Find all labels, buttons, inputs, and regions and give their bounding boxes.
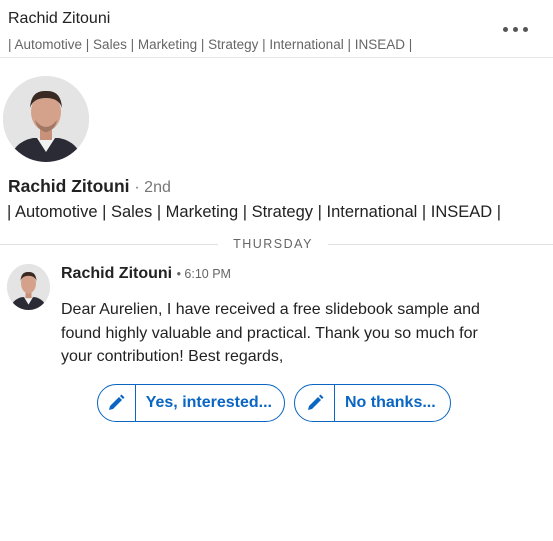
profile-avatar[interactable] [3,76,89,162]
message-body: Dear Aurelien, I have received a free sl… [61,301,480,365]
pencil-icon [295,385,335,421]
connection-degree: · 2nd [134,179,171,196]
profile-name[interactable]: Rachid Zitouni · 2nd [8,176,171,197]
header-name[interactable]: Rachid Zitouni [8,10,110,28]
divider-line-left [0,244,218,245]
quick-reply-yes-label: Yes, interested... [145,394,272,411]
more-options-icon[interactable] [503,24,531,36]
header-headline: | Automotive | Sales | Marketing | Strat… [8,37,413,52]
quick-reply-no-label: No thanks... [345,394,436,411]
divider-line-right [328,244,553,245]
message-time: • 6:10 PM [176,267,231,281]
quick-reply-no-button[interactable]: No thanks... [294,384,451,422]
sender-avatar[interactable] [7,264,50,310]
sender-name[interactable]: Rachid Zitouni [61,265,172,282]
message-meta: Rachid Zitouni • 6:10 PM [61,265,231,283]
day-divider-label: THURSDAY [233,237,313,251]
conversation-header: Rachid Zitouni | Automotive | Sales | Ma… [0,0,553,58]
quick-reply-yes-button[interactable]: Yes, interested... [97,384,285,422]
profile-headline: | Automotive | Sales | Marketing | Strat… [7,203,502,221]
pencil-icon [98,385,136,421]
profile-name-text[interactable]: Rachid Zitouni [8,176,130,196]
